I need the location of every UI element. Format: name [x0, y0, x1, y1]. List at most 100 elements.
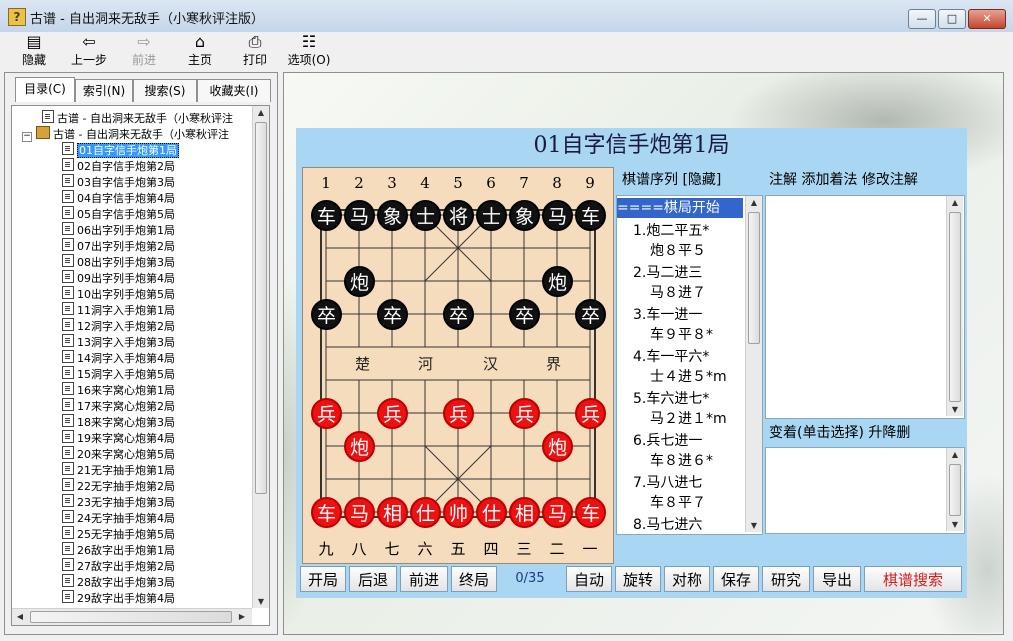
move-red[interactable]: 3.车一进一	[633, 304, 702, 324]
move-black[interactable]: 士４进５*m	[650, 366, 727, 386]
tree-item[interactable]: 27敌字出手炮第2局	[62, 558, 175, 574]
move-start-item[interactable]: ====棋局开始	[617, 198, 743, 218]
red-piece[interactable]: 兵	[443, 398, 474, 429]
tree-item[interactable]: 14洞字入手炮第4局	[62, 350, 175, 366]
tree-item[interactable]: 25无字抽手炮第5局	[62, 526, 175, 542]
tab-index[interactable]: 索引(N)	[75, 79, 133, 102]
tree-item[interactable]: 23无字抽手炮第3局	[62, 494, 175, 510]
move-red[interactable]: 8.马七进六	[633, 514, 702, 534]
move-black[interactable]: 车９平８*	[650, 324, 713, 344]
tree-item[interactable]: 10出字列手炮第5局	[62, 286, 175, 302]
moves-scrollbar[interactable]: ▲ ▼	[745, 196, 762, 532]
variations-scrollbar[interactable]: ▲ ▼	[946, 448, 963, 531]
tab-favorites[interactable]: 收藏夹(I)	[197, 79, 271, 102]
scroll-up-icon[interactable]: ▲	[947, 198, 963, 207]
black-piece[interactable]: 马	[344, 200, 375, 231]
scroll-up-icon[interactable]: ▲	[947, 450, 963, 459]
red-piece[interactable]: 马	[542, 497, 573, 528]
red-piece[interactable]: 炮	[542, 431, 573, 462]
red-piece[interactable]: 马	[344, 497, 375, 528]
red-piece[interactable]: 仕	[476, 497, 507, 528]
move-red[interactable]: 5.车六进七*	[633, 388, 709, 408]
red-piece[interactable]: 相	[509, 497, 540, 528]
tree-item[interactable]: 13洞字入手炮第3局	[62, 334, 175, 350]
scroll-right-icon[interactable]: ▶	[236, 612, 248, 621]
scroll-up-icon[interactable]: ▲	[253, 108, 269, 117]
back-button[interactable]: ⇦ 上一步	[68, 33, 110, 68]
forward-button[interactable]: ⇨ 前进	[128, 33, 160, 68]
scroll-down-icon[interactable]: ▼	[253, 597, 269, 606]
black-piece[interactable]: 士	[410, 200, 441, 231]
tree-item[interactable]: 26敌字出手炮第1局	[62, 542, 175, 558]
start-position-button[interactable]: 开局	[300, 566, 346, 592]
variations-scroll-thumb[interactable]	[949, 464, 961, 516]
black-piece[interactable]: 卒	[575, 299, 606, 330]
variations-header[interactable]: 变着(单击选择) 升降删	[765, 421, 967, 445]
black-piece[interactable]: 炮	[344, 266, 375, 297]
tree-item[interactable]: 24无字抽手炮第4局	[62, 510, 175, 526]
tree-item[interactable]: 07出字列手炮第2局	[62, 238, 175, 254]
black-piece[interactable]: 象	[509, 200, 540, 231]
home-button[interactable]: ⌂ 主页	[184, 33, 216, 68]
tree-scroll-thumb[interactable]	[255, 122, 267, 494]
tree-item[interactable]: 09出字列手炮第4局	[62, 270, 175, 286]
black-piece[interactable]: 卒	[509, 299, 540, 330]
tree-item[interactable]: 12洞字入手炮第2局	[62, 318, 175, 334]
print-button[interactable]: ⎙ 打印	[239, 33, 271, 68]
close-button[interactable]: ✕	[968, 9, 1006, 29]
black-piece[interactable]: 将	[443, 200, 474, 231]
tree-item[interactable]: 17来字窝心炮第2局	[62, 398, 175, 414]
black-piece[interactable]: 车	[575, 200, 606, 231]
notes-header[interactable]: 注解 添加着法 修改注解	[765, 167, 967, 193]
tree-item[interactable]: 28敌字出手炮第3局	[62, 574, 175, 590]
chess-board[interactable]: 123456789九八七六五四三二一 楚河汉界 车马象士将士象马车炮炮卒卒卒卒卒…	[302, 167, 614, 564]
move-black[interactable]: 马８进７	[650, 282, 706, 302]
black-piece[interactable]: 卒	[443, 299, 474, 330]
move-red[interactable]: 4.车一平六*	[633, 346, 709, 366]
tree-item[interactable]: 03自字信手炮第3局	[62, 174, 175, 190]
red-piece[interactable]: 兵	[311, 398, 342, 429]
red-piece[interactable]: 兵	[575, 398, 606, 429]
move-red[interactable]: 7.马八进七	[633, 472, 702, 492]
tree-hscroll-thumb[interactable]	[30, 611, 232, 623]
black-piece[interactable]: 卒	[311, 299, 342, 330]
tree-item[interactable]: 02自字信手炮第2局	[62, 158, 175, 174]
red-piece[interactable]: 兵	[377, 398, 408, 429]
tree-item[interactable]: 19来字窝心炮第4局	[62, 430, 175, 446]
move-list-header[interactable]: 棋谱序列 [隐藏]	[616, 167, 767, 193]
tree-item[interactable]: 15洞字入手炮第5局	[62, 366, 175, 382]
move-black[interactable]: 车８进６*	[650, 450, 713, 470]
red-piece[interactable]: 相	[377, 497, 408, 528]
red-piece[interactable]: 炮	[344, 431, 375, 462]
tab-search[interactable]: 搜索(S)	[133, 79, 197, 102]
black-piece[interactable]: 炮	[542, 266, 573, 297]
tree-item[interactable]: 05自字信手炮第5局	[62, 206, 175, 222]
black-piece[interactable]: 士	[476, 200, 507, 231]
rotate-board-button[interactable]: 旋转	[615, 566, 661, 592]
save-button[interactable]: 保存	[713, 566, 759, 592]
black-piece[interactable]: 马	[542, 200, 573, 231]
move-black[interactable]: 马２进１*m	[650, 408, 727, 428]
options-button[interactable]: ☷ 选项(O)	[287, 33, 331, 68]
tab-contents[interactable]: 目录(C)	[15, 77, 75, 102]
hide-button[interactable]: ▤ 隐藏	[18, 33, 50, 68]
collapse-toggle[interactable]: −	[22, 132, 32, 142]
tree-item[interactable]: 16来字窝心炮第1局	[62, 382, 175, 398]
tree-item[interactable]: 08出字列手炮第3局	[62, 254, 175, 270]
move-black[interactable]: 车８平７	[650, 492, 706, 512]
variations-list[interactable]: ▲ ▼	[765, 447, 965, 534]
move-black[interactable]: 炮８平５	[650, 240, 706, 260]
move-red[interactable]: 2.马二进三	[633, 262, 702, 282]
step-forward-button[interactable]: 前进	[400, 566, 448, 592]
black-piece[interactable]: 车	[311, 200, 342, 231]
maximize-button[interactable]: □	[938, 9, 966, 29]
tree-item[interactable]: 18来字窝心炮第3局	[62, 414, 175, 430]
mirror-board-button[interactable]: 对称	[664, 566, 710, 592]
red-piece[interactable]: 车	[311, 497, 342, 528]
end-position-button[interactable]: 终局	[451, 566, 497, 592]
scroll-down-icon[interactable]: ▼	[947, 405, 963, 414]
tree-item[interactable]: 11洞字入手炮第1局	[62, 302, 175, 318]
tree-item[interactable]: 21无字抽手炮第1局	[62, 462, 175, 478]
tree-horizontal-scrollbar[interactable]: ◀ ▶	[12, 608, 252, 625]
scroll-down-icon[interactable]: ▼	[947, 520, 963, 529]
